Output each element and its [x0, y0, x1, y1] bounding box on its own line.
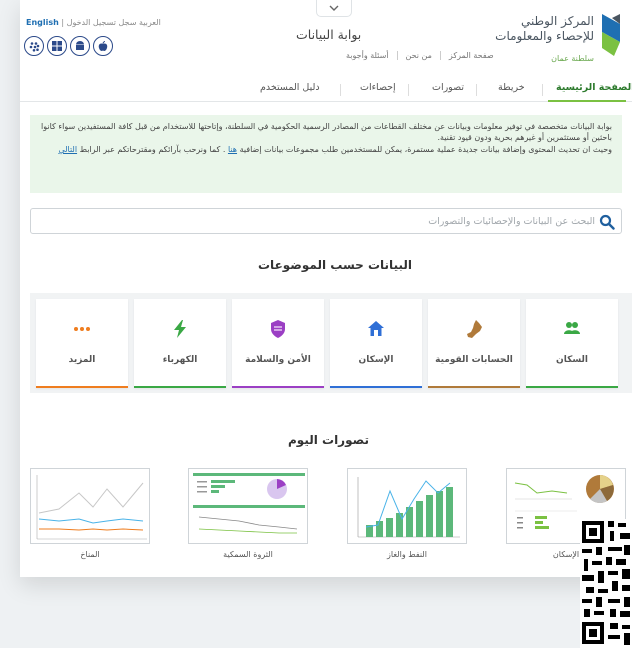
request-data-link[interactable]: هنا	[228, 145, 237, 154]
topic-housing[interactable]: الإسكان	[330, 299, 422, 388]
topic-more[interactable]: المزيد	[36, 299, 128, 388]
logo-text-line3: سلطنة عمان	[551, 54, 594, 63]
climate-chart-thumbnail	[36, 475, 147, 540]
nav-home[interactable]: الصفحة الرئيسية	[556, 82, 632, 93]
topic-national-accounts[interactable]: الحسابات القومية	[428, 299, 520, 388]
topic-label: الحسابات القومية	[435, 355, 513, 365]
chevron-down-icon	[329, 5, 339, 11]
viz-label: الثروة السمكية	[223, 550, 273, 559]
topic-label: الإسكان	[358, 355, 394, 365]
nav-user-guide[interactable]: دليل المستخدم	[260, 82, 320, 93]
topic-label: السكان	[556, 355, 588, 365]
blackberry-icon[interactable]	[24, 36, 44, 56]
viz-thumbnail-oil-gas[interactable]	[347, 468, 467, 544]
feedback-link[interactable]: التالي	[58, 145, 77, 154]
search-input[interactable]	[55, 213, 595, 230]
link-about[interactable]: من نحن	[396, 51, 440, 60]
topic-security-safety[interactable]: الأمن والسلامة	[232, 299, 324, 388]
intro-box: بوابة البيانات متخصصة في توفير معلومات و…	[30, 115, 622, 193]
viz-label: النفط والغاز	[387, 550, 427, 559]
nav-map[interactable]: خريطة	[498, 82, 525, 93]
qr-code-icon	[580, 519, 632, 648]
apple-icon[interactable]	[93, 36, 113, 56]
login-link[interactable]: تسجيل الدخول	[67, 18, 116, 27]
nav-visualizations[interactable]: تصورات	[432, 82, 464, 93]
site-logo[interactable]: المركز الوطني للإحصاء والمعلومات سلطنة ع…	[495, 10, 622, 68]
people-icon	[564, 322, 580, 334]
mobile-apps	[24, 36, 113, 56]
lang-english-link[interactable]: English	[26, 18, 59, 27]
topic-label: الكهرباء	[162, 355, 198, 365]
lang-arabic-link[interactable]: العربية	[139, 18, 161, 27]
viz-thumbnail-climate[interactable]	[30, 468, 150, 544]
shield-icon	[271, 320, 285, 338]
viz-label: المناخ	[80, 550, 100, 559]
topic-population[interactable]: السكان	[526, 299, 618, 388]
search-bar	[30, 208, 622, 234]
more-icon	[74, 327, 90, 331]
intro-paragraph-2: وحيث ان تحديث المحتوى وإضافة بيانات جديد…	[58, 145, 612, 154]
intro-paragraph-1: بوابة البيانات متخصصة في توفير معلومات و…	[41, 122, 612, 142]
main-nav: الصفحة الرئيسية خريطة تصورات إحصاءات دلي…	[20, 78, 632, 102]
signup-link[interactable]: سجل	[118, 18, 136, 27]
nav-statistics[interactable]: إحصاءات	[360, 82, 396, 93]
topic-label: المزيد	[68, 355, 96, 365]
oil-gas-chart-thumbnail	[357, 477, 460, 538]
oman-map-icon	[467, 320, 482, 338]
visualizations-title: تصورات اليوم	[288, 433, 369, 447]
windows-icon[interactable]	[47, 36, 67, 56]
viz-thumbnail-fisheries[interactable]	[188, 468, 308, 544]
language-bar: English | العربية سجل تسجيل الدخول	[26, 18, 161, 27]
site-title: بوابة البيانات	[296, 27, 362, 42]
link-center-page[interactable]: صفحة المركز	[439, 51, 502, 60]
logo-text-line1: المركز الوطني	[520, 14, 594, 28]
search-icon[interactable]	[599, 214, 615, 230]
topics-title: البيانات حسب الموضوعات	[258, 258, 412, 272]
nav-active-indicator	[548, 100, 626, 102]
lightning-icon	[174, 320, 186, 338]
page-container: المركز الوطني للإحصاء والمعلومات سلطنة ع…	[20, 0, 632, 577]
fisheries-chart-thumbnail	[193, 473, 305, 534]
android-icon[interactable]	[70, 36, 90, 56]
logo-text-line2: للإحصاء والمعلومات	[495, 29, 594, 43]
link-faq[interactable]: أسئلة وأجوبة	[338, 51, 397, 60]
topic-electricity[interactable]: الكهرباء	[134, 299, 226, 388]
collapse-toggle[interactable]	[316, 0, 352, 17]
topic-label: الأمن والسلامة	[245, 355, 311, 365]
house-icon	[368, 321, 384, 336]
top-links: صفحة المركز من نحن أسئلة وأجوبة	[338, 51, 502, 60]
logo-mark-icon	[602, 14, 620, 56]
